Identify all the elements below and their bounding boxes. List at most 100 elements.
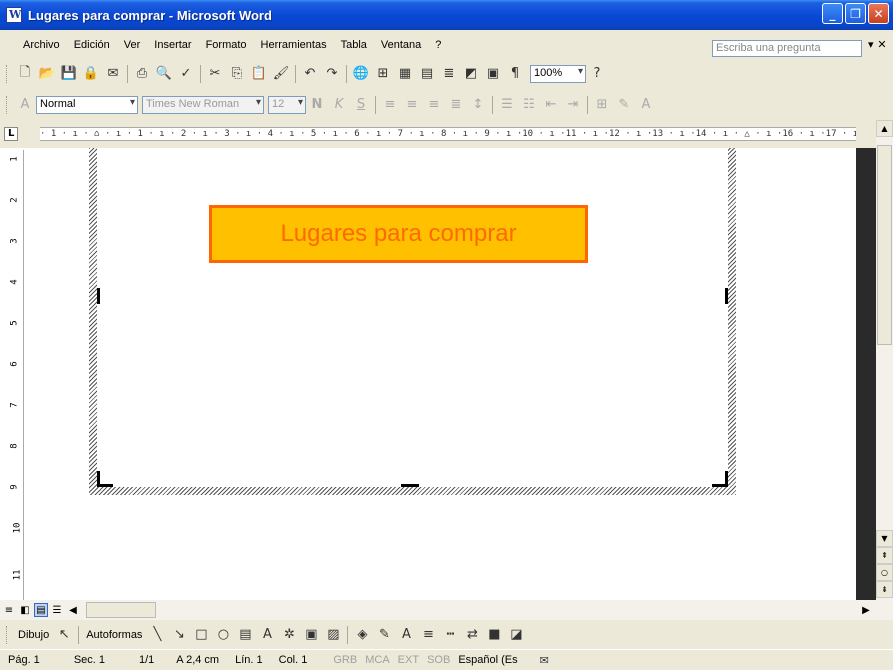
oval-icon[interactable]: ○ xyxy=(212,625,234,645)
status-track-changes[interactable]: MCA xyxy=(361,654,393,666)
text-box-frame[interactable] xyxy=(89,148,736,495)
font-color-icon[interactable]: A xyxy=(635,95,657,115)
vertical-scrollbar[interactable]: ▲ ▼ ⇞ ○ ⇟ xyxy=(876,120,893,600)
horizontal-scrollbar[interactable]: ≡ ◧ ▤ ☰ ◀ ▶ xyxy=(0,600,893,620)
outline-view-icon[interactable]: ☰ xyxy=(50,603,64,617)
print-layout-icon[interactable]: ▤ xyxy=(34,603,48,617)
spelling-icon[interactable]: ✓ xyxy=(175,64,197,84)
document-map-icon[interactable]: ▣ xyxy=(482,64,504,84)
horizontal-scroll-thumb[interactable] xyxy=(86,602,156,618)
status-overtype[interactable]: SOB xyxy=(423,654,454,666)
highlight-icon[interactable]: ✎ xyxy=(613,95,635,115)
toolbar-grip[interactable] xyxy=(6,95,9,114)
columns-icon[interactable]: ≣ xyxy=(438,64,460,84)
rectangle-icon[interactable]: □ xyxy=(190,625,212,645)
menu-archivo[interactable]: Archivo xyxy=(16,39,67,51)
open-folder-icon[interactable]: 📂 xyxy=(36,64,58,84)
print-icon[interactable]: ⎙ xyxy=(131,64,153,84)
resize-handle-bottom-right[interactable] xyxy=(712,471,728,487)
font-color-icon[interactable]: A xyxy=(395,625,417,645)
underline-icon[interactable]: S xyxy=(350,95,372,115)
align-left-icon[interactable]: ≡ xyxy=(379,95,401,115)
undo-icon[interactable]: ↶ xyxy=(299,64,321,84)
menu-ventana[interactable]: Ventana xyxy=(374,39,428,51)
align-center-icon[interactable]: ≡ xyxy=(401,95,423,115)
ruler-scale[interactable]: · 1 · ı · ⌂ · ı · 1 · ı · 2 · ı · 3 · ı … xyxy=(40,127,856,141)
menu-herramientas[interactable]: Herramientas xyxy=(254,39,334,51)
status-language[interactable]: Español (Es xyxy=(454,654,521,666)
bullets-icon[interactable]: ☷ xyxy=(518,95,540,115)
document-close-button[interactable]: ▾ ✕ xyxy=(868,38,887,51)
status-record-macro[interactable]: GRB xyxy=(329,654,361,666)
save-icon[interactable]: 💾 xyxy=(58,64,80,84)
drawing-toggle-icon[interactable]: ◩ xyxy=(460,64,482,84)
diagram-icon[interactable]: ✲ xyxy=(278,625,300,645)
menu-help[interactable]: ? xyxy=(428,39,448,51)
text-box-icon[interactable]: ▤ xyxy=(234,625,256,645)
tables-borders-icon[interactable]: ⊞ xyxy=(372,64,394,84)
menu-insertar[interactable]: Insertar xyxy=(147,39,198,51)
italic-icon[interactable]: K xyxy=(328,95,350,115)
wordart-title-box[interactable]: Lugares para comprar xyxy=(209,205,588,263)
wordart-icon[interactable]: A xyxy=(256,625,278,645)
decrease-indent-icon[interactable]: ⇤ xyxy=(540,95,562,115)
print-preview-icon[interactable]: 🔍 xyxy=(153,64,175,84)
style-select[interactable]: Normal xyxy=(36,95,138,114)
menu-formato[interactable]: Formato xyxy=(199,39,254,51)
draw-menu-button[interactable]: Dibujo xyxy=(18,629,49,641)
email-icon[interactable]: ✉ xyxy=(102,64,124,84)
format-painter-icon[interactable]: 🖌 xyxy=(270,64,292,84)
arrow-icon[interactable]: ↘ xyxy=(168,625,190,645)
3d-style-icon[interactable]: ◪ xyxy=(505,625,527,645)
help-icon[interactable]: ? xyxy=(586,64,608,84)
font-size-select[interactable]: 12 xyxy=(268,95,306,114)
scroll-right-button[interactable]: ▶ xyxy=(859,603,873,617)
line-color-icon[interactable]: ✎ xyxy=(373,625,395,645)
permission-icon[interactable]: 🔒 xyxy=(80,64,102,84)
toolbar-grip[interactable] xyxy=(6,625,9,644)
tab-selector[interactable] xyxy=(4,127,18,141)
resize-handle-right[interactable] xyxy=(724,288,728,304)
redo-icon[interactable]: ↷ xyxy=(321,64,343,84)
styles-pane-icon[interactable]: A xyxy=(14,95,36,115)
word-app-icon[interactable] xyxy=(6,7,22,23)
text-box-body[interactable] xyxy=(97,148,728,487)
clip-art-icon[interactable]: ▣ xyxy=(300,625,322,645)
select-objects-icon[interactable]: ↖ xyxy=(53,625,75,645)
normal-view-icon[interactable]: ≡ xyxy=(2,603,16,617)
autoshapes-menu-button[interactable]: Autoformas xyxy=(86,629,142,641)
copy-icon[interactable]: ⎘ xyxy=(226,64,248,84)
show-hide-icon[interactable]: ¶ xyxy=(504,64,526,84)
cut-icon[interactable]: ✂ xyxy=(204,64,226,84)
align-right-icon[interactable]: ≡ xyxy=(423,95,445,115)
increase-indent-icon[interactable]: ⇥ xyxy=(562,95,584,115)
new-document-icon[interactable]: 🗋 xyxy=(14,64,36,84)
toolbar-grip[interactable] xyxy=(6,64,9,83)
minimize-button[interactable]: _ xyxy=(822,3,843,24)
line-spacing-icon[interactable]: ↕ xyxy=(467,95,489,115)
ask-question-input[interactable]: Escriba una pregunta xyxy=(712,40,862,57)
menu-tabla[interactable]: Tabla xyxy=(334,39,374,51)
line-icon[interactable]: ╲ xyxy=(146,625,168,645)
next-page-icon[interactable]: ⇟ xyxy=(876,581,893,598)
justify-icon[interactable]: ≣ xyxy=(445,95,467,115)
resize-handle-bottom-left[interactable] xyxy=(97,471,113,487)
shadow-style-icon[interactable]: ■ xyxy=(483,625,505,645)
hyperlink-icon[interactable]: 🌐 xyxy=(350,64,372,84)
numbering-icon[interactable]: ☰ xyxy=(496,95,518,115)
menu-ver[interactable]: Ver xyxy=(117,39,148,51)
scroll-up-button[interactable]: ▲ xyxy=(876,120,893,137)
insert-excel-icon[interactable]: ▤ xyxy=(416,64,438,84)
restore-button[interactable]: ❐ xyxy=(845,3,866,24)
browse-object-icon[interactable]: ○ xyxy=(876,564,893,581)
zoom-select[interactable]: 100% xyxy=(530,64,586,83)
dash-style-icon[interactable]: ┅ xyxy=(439,625,461,645)
fill-color-icon[interactable]: ◈ xyxy=(351,625,373,645)
bold-icon[interactable]: N xyxy=(306,95,328,115)
previous-page-icon[interactable]: ⇞ xyxy=(876,547,893,564)
resize-handle-bottom[interactable] xyxy=(401,484,419,487)
scroll-thumb[interactable] xyxy=(877,145,892,345)
scroll-down-button[interactable]: ▼ xyxy=(876,530,893,547)
line-style-icon[interactable]: ≡ xyxy=(417,625,439,645)
paste-icon[interactable]: 📋 xyxy=(248,64,270,84)
